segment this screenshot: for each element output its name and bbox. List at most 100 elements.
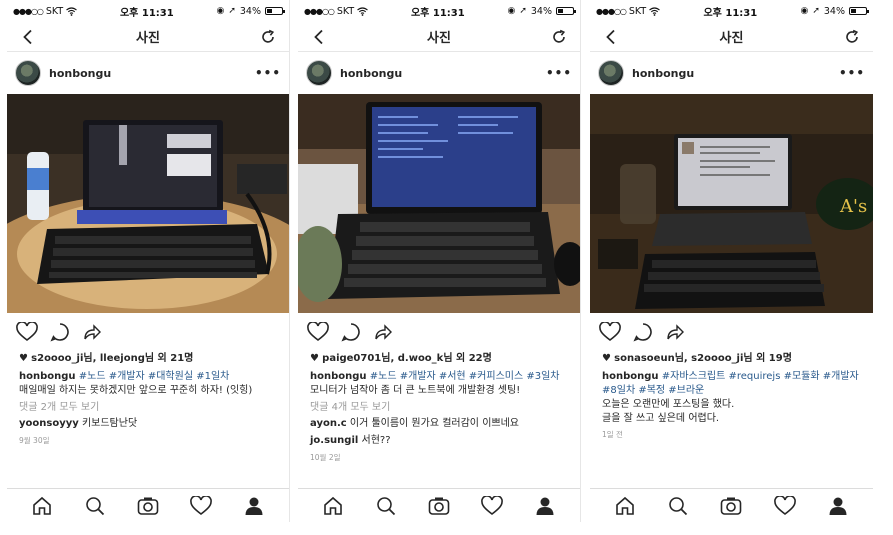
caption: honbongu #노드 #개발자 #대학원실 #1일차 매일매일 하지는 못하…	[7, 370, 289, 398]
avatar[interactable]	[15, 60, 41, 86]
caption-text-line-1: 오늘은 오랜만에 포스팅을 했다.	[602, 399, 735, 410]
caption-username[interactable]: honbongu	[19, 371, 76, 382]
bottom-tab-bar	[298, 488, 580, 522]
signal-icon: ●●●○○	[13, 6, 44, 16]
likes-line: ♥ paige0701님, d.woo_k님 외 22명	[298, 352, 580, 366]
comment-text: 키보드탐난닷	[81, 418, 138, 429]
caption-hashtags[interactable]: #노드 #개발자 #대학원실 #1일차	[79, 371, 230, 382]
battery-percent: 34%	[239, 5, 261, 17]
search-icon[interactable]	[666, 494, 690, 518]
signal-icon: ●●●○○	[304, 6, 335, 16]
share-icon[interactable]	[373, 322, 393, 342]
location-icon: ➚	[519, 6, 527, 16]
profile-icon[interactable]	[533, 494, 557, 518]
more-icon[interactable]: •••	[255, 66, 281, 80]
bottom-tab-bar	[7, 488, 289, 522]
more-icon[interactable]: •••	[839, 66, 865, 80]
post-actions	[298, 313, 580, 351]
search-icon[interactable]	[83, 494, 107, 518]
caption: honbongu #노드 #개발자 #서현 #커피스미스 #3일차 모니터가 넘…	[298, 370, 580, 398]
profile-icon[interactable]	[826, 494, 850, 518]
sticker-text: A's	[839, 196, 867, 217]
post-timestamp: 1일 전	[602, 430, 623, 439]
page-title: 사진	[136, 31, 160, 46]
heart-icon[interactable]	[307, 322, 329, 342]
refresh-icon[interactable]	[548, 26, 570, 48]
caption-text-line-2: 글을 잘 쓰고 싶은데 어렵다.	[602, 413, 720, 424]
refresh-icon[interactable]	[841, 26, 863, 48]
share-icon[interactable]	[665, 322, 685, 342]
battery-icon	[848, 7, 869, 15]
likes-line: ♥ s2oooo_ji님, lleejong님 외 21명	[7, 352, 289, 366]
caption: honbongu #자바스크립트 #requirejs #모듈화 #개발자 #8…	[590, 370, 873, 426]
comment-username[interactable]: ayon.c	[310, 418, 347, 429]
post-timestamp: 10월 2일	[310, 453, 341, 462]
avatar[interactable]	[306, 60, 332, 86]
comment-icon[interactable]	[341, 322, 361, 342]
post-actions	[7, 313, 289, 351]
status-bar: ●●●○○ SKT 오후 11:31 ◉ ➚ 34%	[7, 0, 289, 22]
back-icon[interactable]	[308, 26, 330, 48]
post-username[interactable]: honbongu	[340, 67, 546, 80]
heart-small-icon: ♥	[602, 353, 611, 364]
likes-count[interactable]: 22명	[469, 353, 492, 364]
post-username[interactable]: honbongu	[49, 67, 255, 80]
heart-icon[interactable]	[16, 322, 38, 342]
caption-hashtags[interactable]: #노드 #개발자 #서현 #커피스미스 #3일차	[370, 371, 560, 382]
heart-small-icon: ♥	[310, 353, 319, 364]
refresh-icon[interactable]	[257, 26, 279, 48]
search-icon[interactable]	[374, 494, 398, 518]
post-photo[interactable]: A's	[590, 94, 873, 313]
caption-username[interactable]: honbongu	[602, 371, 659, 382]
post-username[interactable]: honbongu	[632, 67, 839, 80]
post-photo[interactable]	[7, 94, 289, 313]
comment-text: 이거 툴이름이 뭔가요 컬러감이 이쁘네요	[349, 418, 519, 429]
status-bar: ●●●○○ SKT 오후 11:31 ◉ ➚ 34%	[298, 0, 580, 22]
activity-icon[interactable]	[480, 494, 504, 518]
location-icon: ➚	[812, 6, 820, 16]
likes-users[interactable]: s2oooo_ji님, lleejong님 외	[31, 353, 170, 364]
view-all-comments-link[interactable]: 댓글 4개 모두 보기	[298, 401, 580, 415]
phone-panel-2: ●●●○○ SKT 오후 11:31 ◉ ➚ 34% 사진 honbongu •…	[298, 0, 581, 522]
post-header: honbongu •••	[298, 52, 580, 94]
page-title: 사진	[427, 31, 451, 46]
view-all-comments-link[interactable]: 댓글 2개 모두 보기	[7, 401, 289, 415]
likes-count[interactable]: 19명	[769, 353, 792, 364]
caption-username[interactable]: honbongu	[310, 371, 367, 382]
status-bar: ●●●○○ SKT 오후 11:31 ◉ ➚ 34%	[590, 0, 873, 22]
wifi-icon	[649, 6, 661, 16]
activity-icon[interactable]	[189, 494, 213, 518]
carrier-label: SKT	[45, 5, 64, 17]
camera-icon[interactable]	[427, 494, 451, 518]
post-photo[interactable]	[298, 94, 580, 313]
comment-icon[interactable]	[633, 322, 653, 342]
home-icon[interactable]	[30, 494, 54, 518]
likes-users[interactable]: sonasoeun님, s2oooo_ji님 외	[614, 353, 769, 364]
share-icon[interactable]	[82, 322, 102, 342]
post-actions	[590, 313, 873, 351]
likes-count[interactable]: 21명	[170, 353, 193, 364]
avatar[interactable]	[598, 60, 624, 86]
likes-users[interactable]: paige0701님, d.woo_k님 외	[322, 353, 469, 364]
comment-username[interactable]: yoonsoyyy	[19, 418, 79, 429]
heart-icon[interactable]	[599, 322, 621, 342]
activity-icon[interactable]	[773, 494, 797, 518]
rotation-lock-icon: ◉	[800, 6, 809, 16]
camera-icon[interactable]	[719, 494, 743, 518]
likes-line: ♥ sonasoeun님, s2oooo_ji님 외 19명	[590, 352, 873, 366]
comment-text: 서현??	[361, 435, 391, 446]
rotation-lock-icon: ◉	[216, 6, 225, 16]
camera-icon[interactable]	[136, 494, 160, 518]
comment-icon[interactable]	[50, 322, 70, 342]
carrier-label: SKT	[336, 5, 355, 17]
comment-username[interactable]: jo.sungil	[310, 435, 358, 446]
profile-icon[interactable]	[242, 494, 266, 518]
back-icon[interactable]	[17, 26, 39, 48]
comment: ayon.c 이거 툴이름이 뭔가요 컬러감이 이쁘네요	[298, 415, 580, 432]
battery-icon	[555, 7, 576, 15]
home-icon[interactable]	[613, 494, 637, 518]
more-icon[interactable]: •••	[546, 66, 572, 80]
back-icon[interactable]	[600, 26, 622, 48]
home-icon[interactable]	[321, 494, 345, 518]
photo-cafe-laptop-image: A's	[590, 94, 873, 313]
